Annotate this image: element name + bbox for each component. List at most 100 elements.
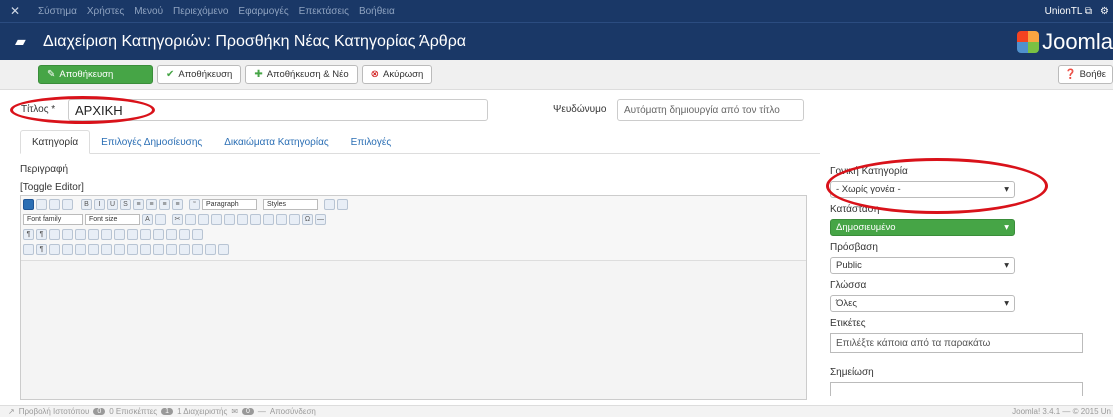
menu-item-help[interactable]: Βοήθεια <box>359 6 395 17</box>
pilcrow-icon[interactable]: ¶ <box>36 243 47 255</box>
eraser-icon[interactable] <box>324 198 335 210</box>
toggle-editor-link[interactable]: [Toggle Editor] <box>20 182 84 193</box>
tab-publishing[interactable]: Επιλογές Δημοσίευσης <box>90 130 213 154</box>
strikethrough-icon[interactable]: S <box>120 198 131 210</box>
help-label: Βοήθε <box>1079 69 1106 80</box>
align-left-icon[interactable]: ≡ <box>133 198 144 210</box>
image-icon[interactable] <box>114 228 125 240</box>
media-icon[interactable] <box>179 243 190 255</box>
table-row-icon[interactable] <box>140 228 151 240</box>
omega-icon[interactable]: Ω <box>302 213 313 225</box>
tab-category[interactable]: Κατηγορία <box>20 130 91 154</box>
menu-item-extensions[interactable]: Επεκτάσεις <box>299 6 349 17</box>
paste-icon[interactable] <box>198 213 209 225</box>
table-col-icon[interactable] <box>153 228 164 240</box>
layer-icon[interactable] <box>23 243 34 255</box>
help-icon[interactable] <box>23 198 34 210</box>
redo-icon[interactable] <box>62 198 73 210</box>
menu-item-content[interactable]: Περιεχόμενο <box>173 6 228 17</box>
rich-text-editor: B I U S ≡ ≡ ≡ ≡ “ Paragraph Styles Font … <box>20 195 807 400</box>
styles-select[interactable]: Styles <box>263 198 318 210</box>
paint-icon[interactable] <box>337 198 348 210</box>
abbr-icon[interactable] <box>75 243 86 255</box>
bullet-list-icon[interactable] <box>250 213 261 225</box>
language-label: Γλώσσα <box>830 280 867 291</box>
table-delete-icon[interactable] <box>192 228 203 240</box>
font-size-select[interactable]: Font size <box>85 213 140 225</box>
tab-permissions[interactable]: Δικαιώματα Κατηγορίας <box>213 130 339 154</box>
del-icon[interactable] <box>114 243 125 255</box>
blockquote-icon[interactable]: “ <box>189 198 200 210</box>
settings-icon[interactable]: ⚙ <box>1100 6 1109 17</box>
status-select[interactable]: Δημοσιευμένο ▾ <box>830 219 1015 236</box>
attributes-icon[interactable] <box>140 243 151 255</box>
note-input[interactable] <box>830 382 1083 396</box>
editor-toolbar-row-2: Font family Font size A ✂ Ω — <box>21 212 806 226</box>
font-family-select[interactable]: Font family <box>23 213 83 225</box>
superscript-icon[interactable] <box>289 213 300 225</box>
menu-item-menus[interactable]: Μενού <box>134 6 163 17</box>
save-new-button[interactable]: ✚ Αποθήκευση & Νέο <box>245 65 358 84</box>
cite-icon[interactable] <box>101 243 112 255</box>
subscript-icon[interactable] <box>276 213 287 225</box>
text-color-icon[interactable]: A <box>142 213 153 225</box>
fullscreen-icon[interactable] <box>49 228 60 240</box>
joomla-logo-mark <box>1017 31 1040 53</box>
italic-icon[interactable]: I <box>94 198 105 210</box>
cancel-button[interactable]: ⊗ Ακύρωση <box>361 65 433 84</box>
paste-text-icon[interactable] <box>211 213 222 225</box>
spellcheck-icon[interactable] <box>192 243 203 255</box>
bold-icon[interactable]: B <box>81 198 92 210</box>
table-icon[interactable] <box>127 228 138 240</box>
template-icon[interactable] <box>49 243 60 255</box>
copy-icon[interactable] <box>185 213 196 225</box>
visual-aid-icon[interactable] <box>205 243 216 255</box>
menu-item-system[interactable]: Σύστημα <box>38 6 77 17</box>
language-select[interactable]: Όλες ▾ <box>830 295 1015 312</box>
menu-item-users[interactable]: Χρήστες <box>87 6 124 17</box>
unlink-icon[interactable] <box>166 243 177 255</box>
select-all-icon[interactable] <box>237 213 248 225</box>
save-close-button[interactable]: ✔ Αποθήκευση <box>157 65 242 84</box>
align-justify-icon[interactable]: ≡ <box>172 198 183 210</box>
ins-icon[interactable] <box>127 243 138 255</box>
joomla-icon[interactable]: ✕ <box>10 4 30 18</box>
help-button[interactable]: ❓ Βοήθε <box>1057 65 1113 84</box>
underline-icon[interactable]: U <box>107 198 118 210</box>
alias-input[interactable]: Αυτόματη δημιουργία από τον τίτλο <box>617 99 804 121</box>
site-link[interactable]: UnionTL ⧉ <box>1045 6 1092 17</box>
editor-content-area[interactable] <box>21 260 806 399</box>
align-right-icon[interactable]: ≡ <box>159 198 170 210</box>
hr-icon[interactable]: — <box>315 213 326 225</box>
search-icon[interactable] <box>88 228 99 240</box>
table-merge-icon[interactable] <box>166 228 177 240</box>
print-icon[interactable] <box>75 228 86 240</box>
table-split-icon[interactable] <box>179 228 190 240</box>
ltr-icon[interactable]: ¶ <box>23 228 34 240</box>
replace-icon[interactable] <box>101 228 112 240</box>
rtl-icon[interactable]: ¶ <box>36 228 47 240</box>
menu-item-components[interactable]: Εφαρμογές <box>238 6 288 17</box>
acronym-icon[interactable] <box>88 243 99 255</box>
main-menu: Σύστημα Χρήστες Μενού Περιεχόμενο Εφαρμο… <box>38 6 395 17</box>
tags-input[interactable]: Επιλέξτε κάποια από τα παρακάτω <box>830 333 1083 353</box>
undo-icon[interactable] <box>49 198 60 210</box>
title-row: Τίτλος * ΑΡΧΙΚΗ Ψευδώνυμο Αυτόματη δημιο… <box>0 98 1113 124</box>
new-document-icon[interactable] <box>36 198 47 210</box>
cut-icon[interactable]: ✂ <box>172 213 183 225</box>
link-icon[interactable] <box>153 243 164 255</box>
save-new-label: Αποθήκευση & Νέο <box>266 69 349 80</box>
highlight-icon[interactable] <box>155 213 166 225</box>
logout-link[interactable]: Αποσύνδεση <box>270 407 316 416</box>
blocks-icon[interactable] <box>218 243 229 255</box>
paste-word-icon[interactable] <box>224 213 235 225</box>
align-center-icon[interactable]: ≡ <box>146 198 157 210</box>
preview-icon[interactable] <box>62 228 73 240</box>
access-select[interactable]: Public ▾ <box>830 257 1015 274</box>
anchor-icon[interactable] <box>62 243 73 255</box>
view-site-link[interactable]: Προβολή Ιστοτόπου <box>19 407 90 416</box>
save-button[interactable]: ✎ Αποθήκευση <box>38 65 153 84</box>
paragraph-select[interactable]: Paragraph <box>202 198 257 210</box>
tab-options[interactable]: Επιλογές <box>340 130 402 154</box>
numbered-list-icon[interactable] <box>263 213 274 225</box>
